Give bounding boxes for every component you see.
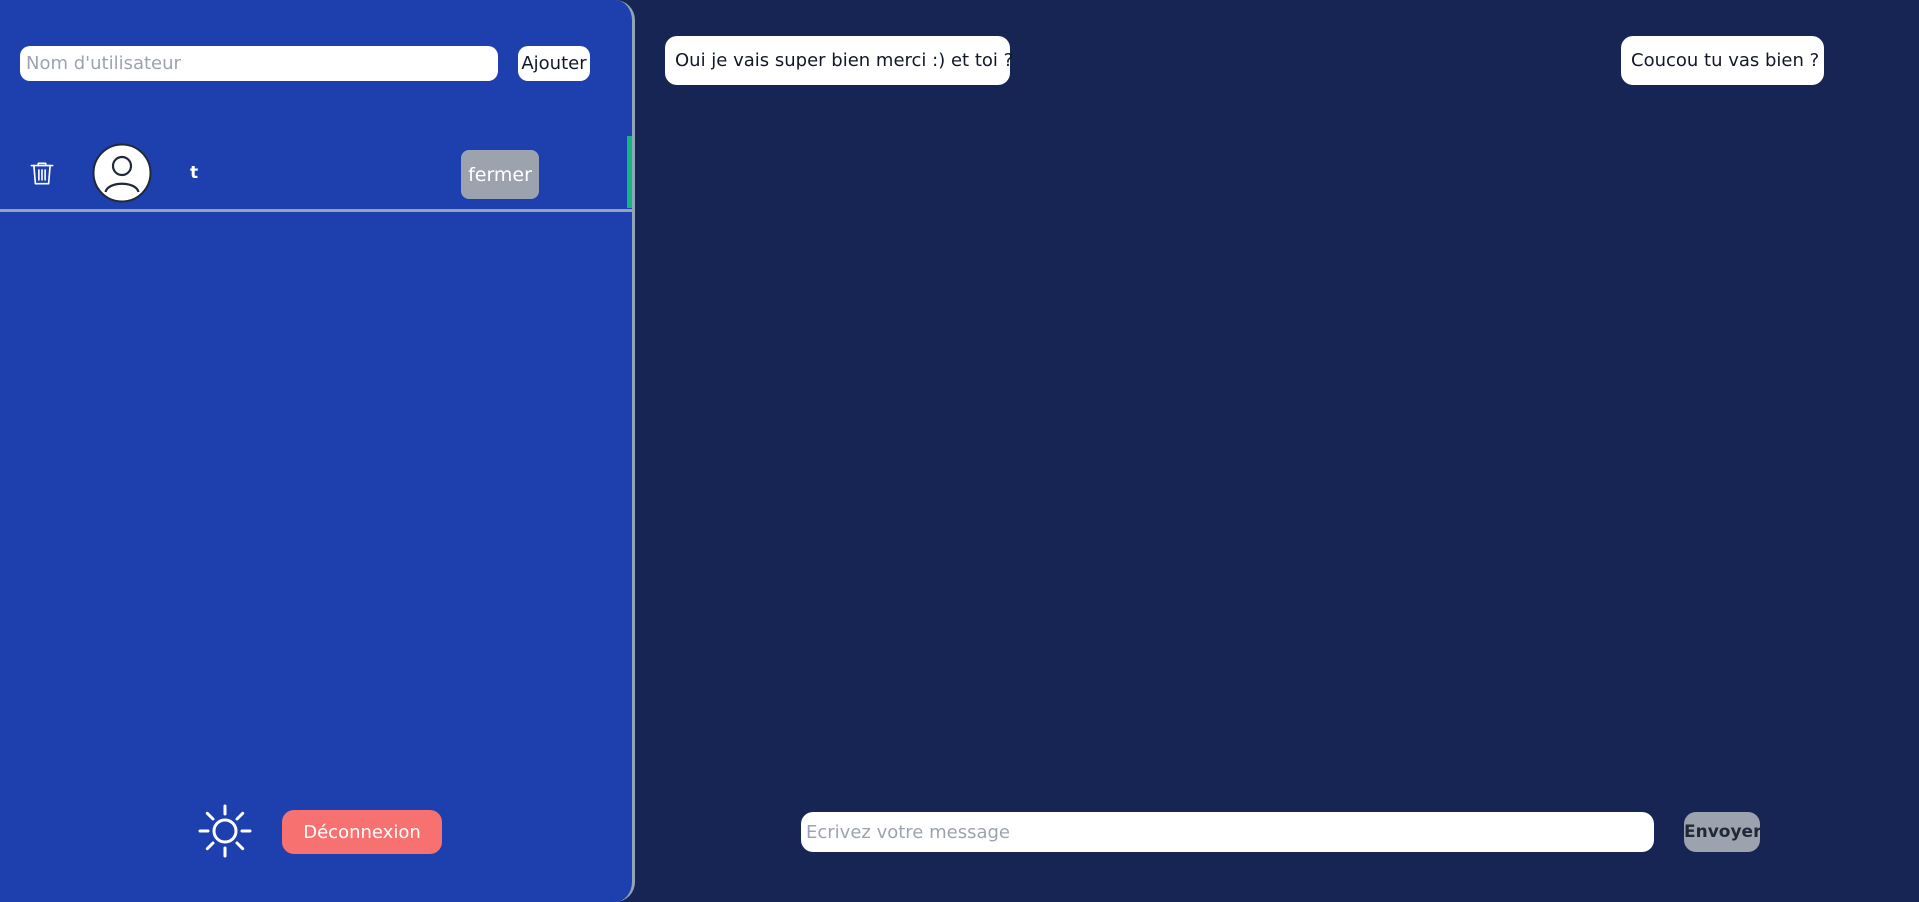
add-user-button[interactable]: Ajouter [518,46,590,81]
message-input[interactable] [801,812,1654,852]
logout-button[interactable]: Déconnexion [282,810,442,854]
contact-item[interactable]: t fermer [0,136,632,212]
message-bubble-sent: Coucou tu vas bien ? [1621,36,1824,85]
close-conversation-button[interactable]: fermer [461,150,539,199]
send-button[interactable]: Envoyer [1684,812,1760,852]
message-bubble-received: Oui je vais super bien merci :) et toi ? [665,36,1013,85]
sun-icon[interactable] [197,803,253,859]
user-avatar-icon [92,143,152,203]
trash-icon[interactable] [27,158,57,188]
sidebar: Ajouter t fermer [0,0,635,902]
active-contact-indicator [627,136,632,208]
contact-name[interactable]: t [190,163,198,183]
username-input[interactable] [20,46,498,81]
